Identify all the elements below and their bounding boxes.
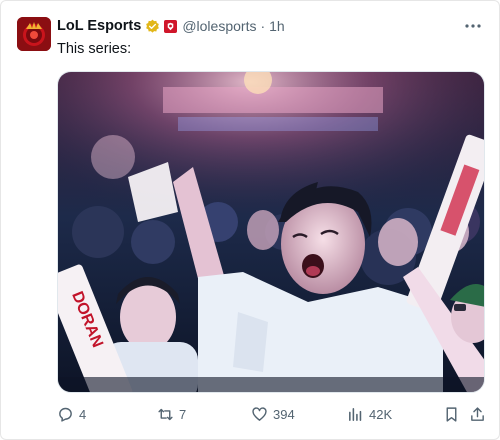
views-bar-chart-icon xyxy=(349,407,362,421)
retweet-button[interactable]: 7 xyxy=(157,403,186,425)
more-dots-icon xyxy=(465,24,481,28)
view-count: 42K xyxy=(369,406,393,422)
tweet-actions: 4 7 394 42K xyxy=(57,403,487,425)
like-button[interactable]: 394 xyxy=(251,403,295,425)
tweet-text: This series: xyxy=(57,41,132,57)
retweet-icon xyxy=(158,408,173,420)
red-affiliate-badge-icon[interactable] xyxy=(164,19,178,33)
crowd-photo: DORAN xyxy=(58,72,484,392)
bookmark-button[interactable] xyxy=(443,403,460,425)
reply-button[interactable]: 4 xyxy=(57,403,86,425)
gold-verified-badge-icon xyxy=(146,19,160,33)
timestamp[interactable]: 1h xyxy=(269,18,285,34)
avatar[interactable] xyxy=(17,17,51,51)
tweet-header: LoL Esports @lolesports · 1h xyxy=(57,17,285,35)
reply-icon xyxy=(59,407,72,422)
share-icon xyxy=(471,406,484,421)
tweet-media-photo[interactable]: DORAN xyxy=(57,71,485,393)
more-button[interactable] xyxy=(463,17,483,35)
bookmark-icon xyxy=(446,406,457,422)
author-name[interactable]: LoL Esports xyxy=(57,18,141,34)
like-count: 394 xyxy=(273,406,295,422)
retweet-count: 7 xyxy=(179,406,187,422)
separator-dot: · xyxy=(260,18,266,34)
lol-esports-logo-icon xyxy=(17,17,51,51)
views-button[interactable]: 42K xyxy=(347,403,392,425)
author-handle[interactable]: @lolesports xyxy=(182,18,256,34)
share-button[interactable] xyxy=(469,403,486,425)
reply-count: 4 xyxy=(79,406,87,422)
tweet-card: LoL Esports @lolesports · 1h This series… xyxy=(0,0,500,440)
heart-icon xyxy=(252,406,267,421)
